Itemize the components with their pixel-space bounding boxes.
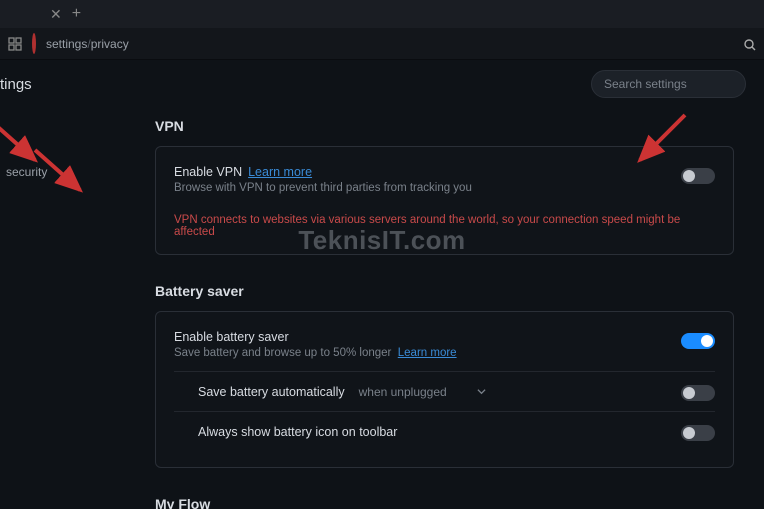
close-tab-icon[interactable]: ✕ xyxy=(50,6,62,23)
myflow-section-title: My Flow xyxy=(155,496,734,509)
opera-icon xyxy=(32,35,36,53)
vpn-card: Enable VPN Learn more Browse with VPN to… xyxy=(155,146,734,255)
battery-icon-toolbar-label: Always show battery icon on toolbar xyxy=(198,425,397,439)
battery-learn-more-link[interactable]: Learn more xyxy=(398,347,457,359)
tab-bar: ✕ + xyxy=(0,0,764,28)
save-battery-auto-select[interactable]: when unplugged xyxy=(359,385,486,399)
settings-header: tings Search settings xyxy=(0,60,764,108)
vpn-warning-text: VPN connects to websites via various ser… xyxy=(174,214,715,238)
new-tab-icon[interactable]: + xyxy=(72,5,81,23)
settings-sidebar: security xyxy=(0,108,120,509)
speed-dial-icon[interactable] xyxy=(8,37,22,51)
page-title: tings xyxy=(0,76,32,93)
chevron-down-icon xyxy=(477,387,486,396)
search-settings-input[interactable]: Search settings xyxy=(591,70,746,98)
address-text[interactable]: settings/privacy xyxy=(46,37,129,51)
vpn-learn-more-link[interactable]: Learn more xyxy=(248,165,312,179)
vpn-subtitle: Browse with VPN to prevent third parties… xyxy=(174,182,472,194)
settings-content: VPN Enable VPN Learn more Browse with VP… xyxy=(120,108,764,509)
battery-icon-toolbar-toggle[interactable] xyxy=(681,425,715,441)
battery-section-title: Battery saver xyxy=(155,283,734,299)
battery-card: Enable battery saver Save battery and br… xyxy=(155,311,734,468)
enable-vpn-toggle[interactable] xyxy=(681,168,715,184)
search-icon[interactable] xyxy=(744,38,756,50)
sidebar-item-security[interactable]: security xyxy=(0,158,120,186)
enable-battery-toggle[interactable] xyxy=(681,333,715,349)
save-battery-auto-label: Save battery automatically xyxy=(198,385,345,399)
vpn-section-title: VPN xyxy=(155,118,734,134)
address-bar: settings/privacy xyxy=(0,28,764,60)
save-battery-auto-toggle[interactable] xyxy=(681,385,715,401)
enable-vpn-label: Enable VPN xyxy=(174,165,242,179)
enable-battery-label: Enable battery saver xyxy=(174,330,289,344)
battery-subtitle: Save battery and browse up to 50% longer xyxy=(174,347,391,359)
